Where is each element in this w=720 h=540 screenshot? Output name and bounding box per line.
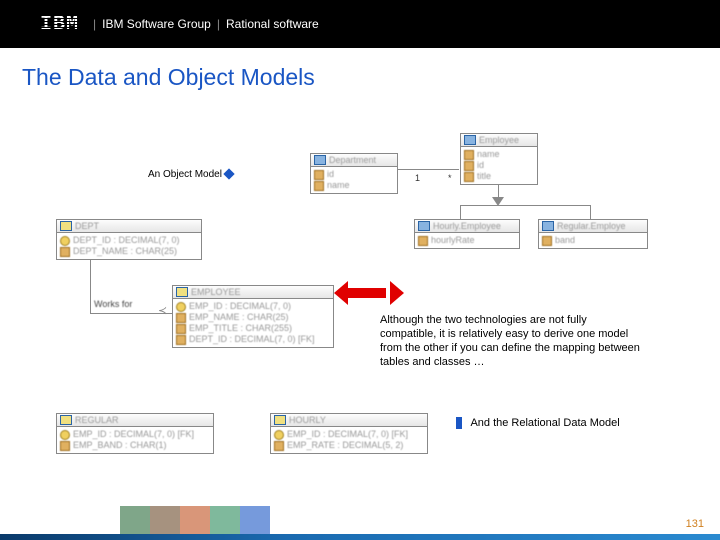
table-icon — [60, 415, 72, 425]
cardinality-one: 1 — [415, 173, 420, 183]
divider-icon: | — [217, 17, 220, 31]
cardinality-many: * — [448, 173, 452, 183]
uml-class-hourly-employee: Hourly.Employee hourlyRate — [414, 219, 520, 249]
page-title: The Data and Object Models — [0, 48, 720, 91]
uml-class-employee: Employee name id title — [460, 133, 538, 185]
attr-icon — [464, 172, 474, 182]
footer-bar — [0, 534, 720, 540]
col-icon — [176, 313, 186, 323]
pk-icon — [274, 430, 284, 440]
col-icon — [176, 324, 186, 334]
class-icon — [418, 221, 430, 231]
fk-line — [90, 259, 91, 313]
diagram-canvas: An Object Model Department id name Emplo… — [0, 91, 720, 511]
relational-model-label: And the Relational Data Model — [456, 417, 620, 429]
attr-icon — [314, 170, 324, 180]
col-icon — [274, 441, 284, 451]
page-number: 131 — [686, 518, 704, 530]
bullet-icon — [223, 169, 234, 180]
db-table-regular: REGULAR EMP_ID : DECIMAL(7, 0) [FK] EMP_… — [56, 413, 214, 454]
footer: 131 — [0, 534, 720, 540]
ibm-logo: IBM — [40, 13, 79, 36]
db-table-hourly: HOURLY EMP_ID : DECIMAL(7, 0) [FK] EMP_R… — [270, 413, 428, 454]
attr-icon — [464, 161, 474, 171]
table-icon — [176, 287, 188, 297]
object-model-label: An Object Model — [148, 169, 237, 180]
gen-line — [460, 205, 590, 206]
db-table-employee: EMPLOYEE EMP_ID : DECIMAL(7, 0) EMP_NAME… — [172, 285, 334, 348]
table-icon — [274, 415, 286, 425]
gen-line — [590, 205, 591, 219]
pk-icon — [60, 236, 70, 246]
header-bar: IBM | IBM Software Group | Rational soft… — [0, 0, 720, 48]
association-line — [397, 169, 459, 170]
attr-icon — [542, 236, 552, 246]
attr-icon — [314, 181, 324, 191]
bullet-icon — [456, 417, 462, 429]
col-icon — [60, 247, 70, 257]
footer-decoration — [120, 506, 270, 534]
table-icon — [60, 221, 72, 231]
pk-icon — [60, 430, 70, 440]
col-icon — [176, 335, 186, 345]
relationship-label: Works for — [94, 299, 132, 309]
class-icon — [464, 135, 476, 145]
uml-class-regular-employee: Regular.Employe band — [538, 219, 648, 249]
uml-class-department: Department id name — [310, 153, 398, 194]
gen-line — [460, 205, 461, 219]
pk-icon — [176, 302, 186, 312]
class-icon — [542, 221, 554, 231]
col-icon — [60, 441, 70, 451]
mapping-arrow-icon — [334, 281, 404, 305]
header-product: Rational software — [226, 17, 319, 31]
attr-icon — [464, 150, 474, 160]
note-text: Although the two technologies are not fu… — [380, 313, 640, 369]
divider-icon: | — [93, 17, 96, 31]
attr-icon — [418, 236, 428, 246]
db-table-dept: DEPT DEPT_ID : DECIMAL(7, 0) DEPT_NAME :… — [56, 219, 202, 260]
crowfoot-icon: ≺ — [158, 304, 167, 317]
class-icon — [314, 155, 326, 165]
header-group: IBM Software Group — [102, 17, 211, 31]
